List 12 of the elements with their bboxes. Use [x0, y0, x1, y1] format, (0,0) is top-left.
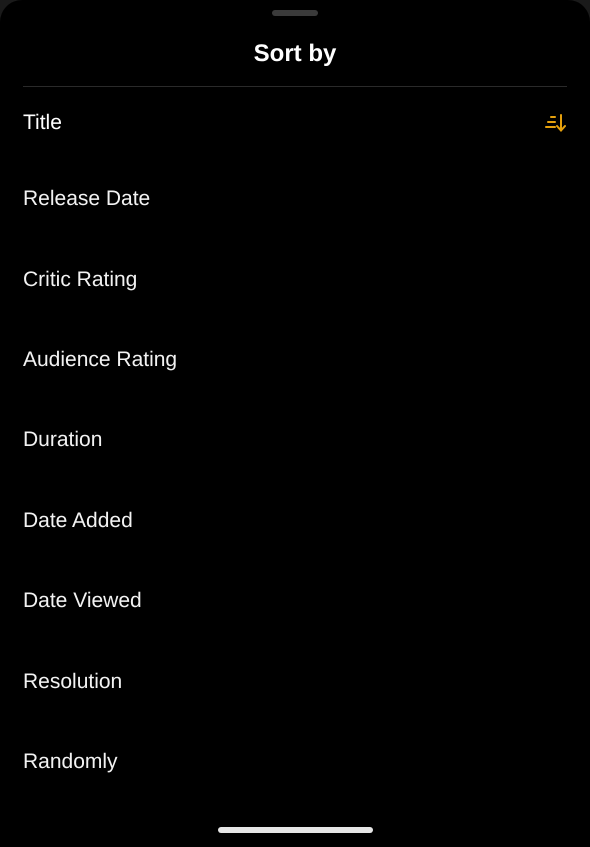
sort-option[interactable]: Critic Rating [23, 268, 138, 292]
sort-option[interactable]: Title [23, 111, 62, 135]
sort-option[interactable]: Date Viewed [23, 589, 142, 614]
sort-option[interactable]: Audience Rating [23, 348, 178, 372]
sort-option[interactable]: Duration [23, 428, 102, 452]
sheet-title: Sort by [254, 40, 336, 68]
sort-option[interactable]: Resolution [23, 670, 122, 694]
drag-handle[interactable] [272, 10, 318, 16]
sort-option[interactable]: Randomly [23, 750, 118, 774]
sort-option[interactable]: Date Added [23, 508, 133, 533]
sort-option[interactable]: Release Date [23, 187, 150, 212]
sort-descending-icon [545, 114, 567, 132]
